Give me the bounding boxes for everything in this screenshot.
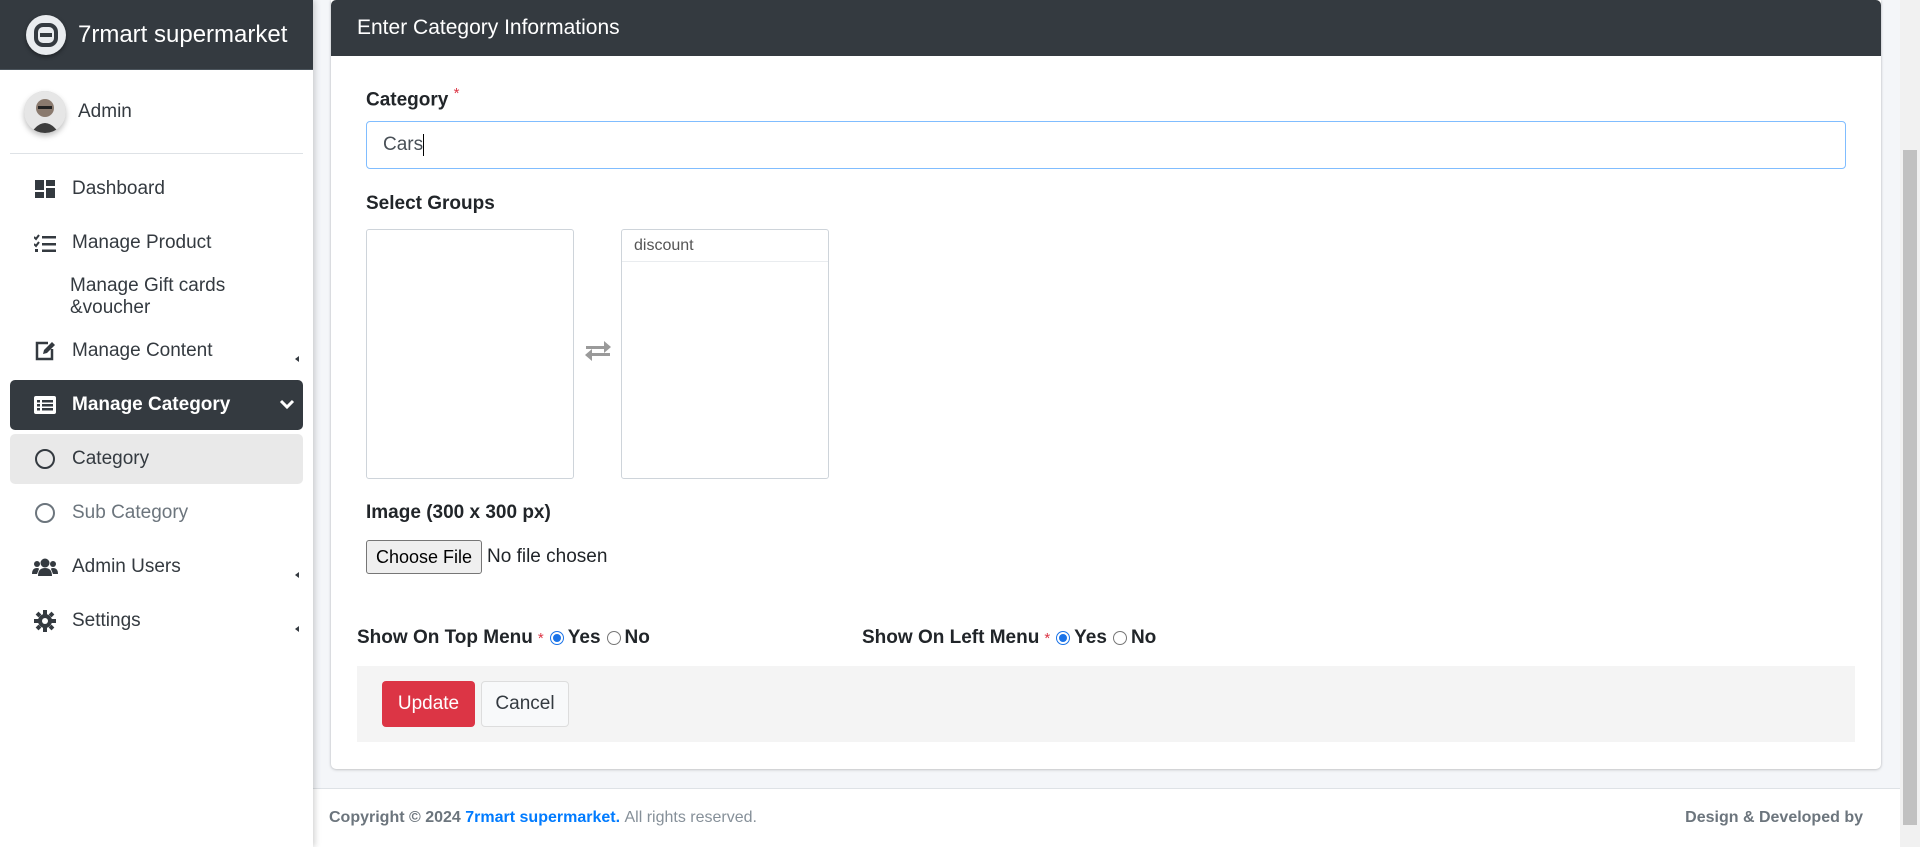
user-panel[interactable]: Admin: [10, 70, 303, 154]
sidebar-item-label: Sub Category: [72, 502, 189, 523]
sidebar-item-label: Category: [72, 448, 150, 469]
chevron-down-icon: [279, 396, 295, 418]
top-menu-no-radio[interactable]: [606, 631, 621, 645]
sidebar-item-label: Manage Gift cards &voucher: [70, 275, 226, 318]
form-actions: Update Cancel: [357, 666, 1855, 742]
sidebar-nav: Dashboard Manage Product Manage Gift car…: [0, 164, 313, 646]
category-form-card: Enter Category Informations Category * C…: [331, 0, 1881, 769]
rights-text: All rights reserved.: [624, 809, 757, 826]
yes-label: Yes: [567, 627, 601, 648]
swap-arrows-icon[interactable]: [584, 340, 612, 367]
available-groups-list[interactable]: [366, 229, 574, 479]
footer-brand-link[interactable]: 7rmart supermarket.: [465, 809, 620, 827]
sidebar-item-admin-users[interactable]: Admin Users: [10, 542, 303, 592]
sidebar-item-label: Manage Content: [72, 340, 213, 361]
page-footer: Copyright © 2024 7rmart supermarket. All…: [313, 788, 1900, 847]
brand-logo-icon: [26, 14, 66, 55]
category-label-text: Category: [366, 89, 449, 111]
category-input-value: Cars: [383, 134, 424, 155]
sidebar-item-label: Manage Product: [72, 232, 212, 253]
no-label: No: [624, 627, 650, 648]
sidebar-item-sub-category[interactable]: Sub Category: [10, 488, 303, 538]
no-label: No: [1130, 627, 1157, 648]
sidebar-item-settings[interactable]: Settings: [10, 596, 303, 646]
left-menu-yes-radio[interactable]: [1056, 631, 1071, 645]
brand-name: 7rmart supermarket: [78, 20, 288, 48]
circle-icon: [32, 500, 58, 526]
users-icon: [32, 554, 58, 580]
card-header: Enter Category Informations: [331, 0, 1881, 56]
category-label: Category *: [366, 85, 459, 111]
edit-icon: [32, 338, 58, 364]
selected-groups-list[interactable]: discount: [621, 229, 829, 479]
sidebar: 7rmart supermarket Admin Dashboard Manag…: [0, 0, 313, 847]
chevron-left-icon: [295, 346, 299, 362]
file-status: No file chosen: [487, 546, 608, 567]
chevron-left-icon: [295, 562, 299, 578]
copyright-text: Copyright © 2024: [329, 809, 461, 826]
select-groups-label: Select Groups: [366, 193, 495, 214]
chevron-left-icon: [295, 616, 299, 632]
page-scrollbar[interactable]: [1900, 0, 1920, 847]
top-menu-radio-group: Show On Top Menu * Yes No: [357, 627, 650, 649]
sidebar-item-manage-product[interactable]: Manage Product: [10, 218, 303, 268]
top-menu-label: Show On Top Menu: [357, 627, 533, 648]
category-input[interactable]: Cars: [366, 121, 1846, 169]
scrollbar-thumb[interactable]: [1903, 150, 1917, 825]
list-check-icon: [32, 230, 58, 256]
brand-link[interactable]: 7rmart supermarket: [0, 0, 313, 70]
sidebar-item-dashboard[interactable]: Dashboard: [10, 164, 303, 214]
top-menu-yes-radio[interactable]: [549, 631, 564, 645]
text-cursor: [423, 134, 425, 156]
required-mark: *: [1044, 629, 1051, 647]
choose-file-button[interactable]: Choose File: [366, 540, 482, 574]
sidebar-item-label: Manage Category: [72, 394, 231, 415]
circle-icon: [32, 446, 58, 472]
user-name: Admin: [78, 100, 132, 122]
cancel-button[interactable]: Cancel: [481, 681, 569, 727]
gear-icon: [32, 608, 58, 634]
sidebar-item-category[interactable]: Category: [10, 434, 303, 484]
sidebar-item-manage-content[interactable]: Manage Content: [10, 326, 303, 376]
card-title: Enter Category Informations: [357, 16, 620, 39]
update-button[interactable]: Update: [382, 681, 475, 727]
list-alt-icon: [32, 392, 58, 418]
sidebar-item-label: Settings: [72, 610, 141, 631]
dashboard-icon: [32, 176, 58, 202]
left-menu-radio-group: Show On Left Menu * Yes No: [862, 627, 1156, 649]
sidebar-item-manage-category[interactable]: Manage Category: [10, 380, 303, 430]
sidebar-item-gift-cards[interactable]: Manage Gift cards &voucher: [10, 272, 303, 322]
required-mark: *: [537, 629, 544, 647]
image-label: Image (300 x 300 px): [366, 502, 551, 523]
left-menu-no-radio[interactable]: [1112, 631, 1127, 645]
avatar: [24, 90, 66, 133]
left-menu-label: Show On Left Menu: [862, 627, 1040, 648]
sidebar-item-label: Dashboard: [72, 178, 165, 199]
credit-text: Design & Developed by: [1685, 809, 1863, 826]
list-item[interactable]: discount: [622, 230, 828, 262]
sidebar-item-label: Admin Users: [72, 556, 181, 577]
yes-label: Yes: [1074, 627, 1107, 648]
required-mark: *: [453, 85, 460, 102]
